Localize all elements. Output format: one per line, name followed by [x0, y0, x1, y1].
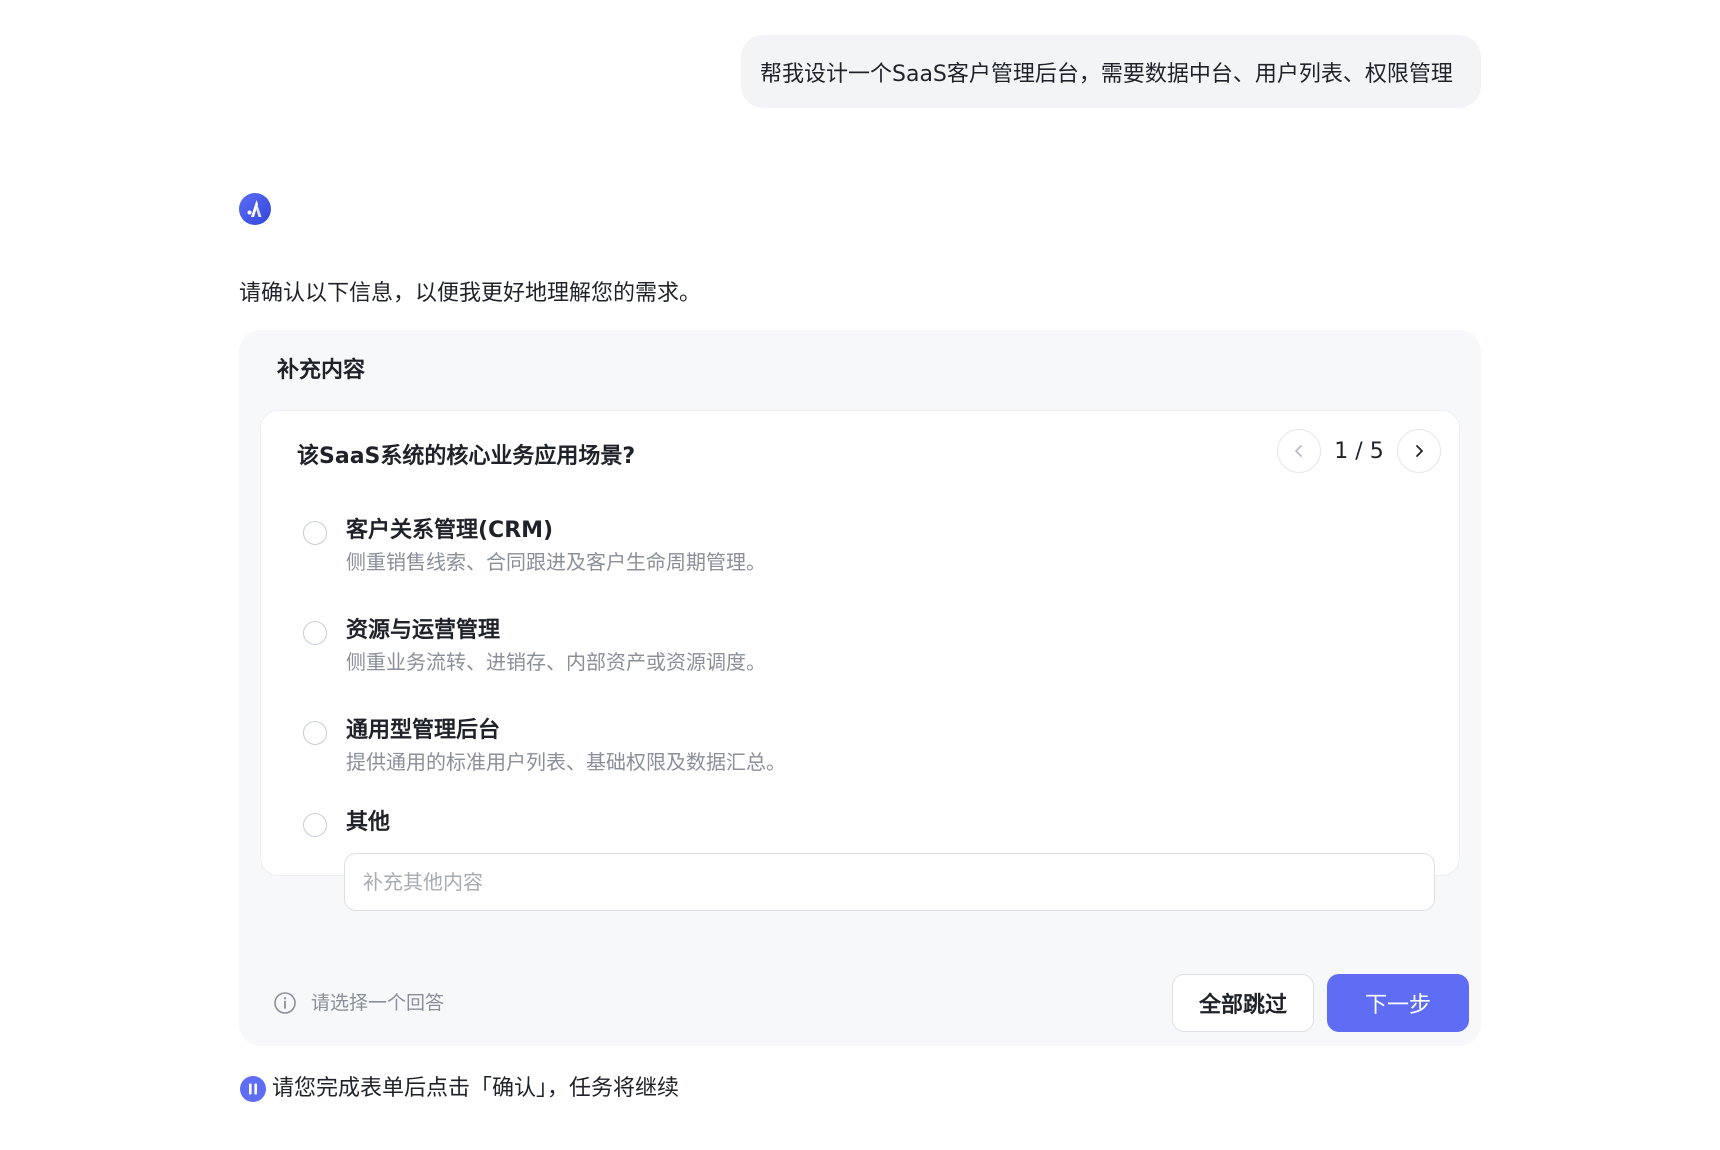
pager-next-button[interactable]	[1397, 429, 1441, 473]
radio-button[interactable]	[303, 813, 327, 837]
option-label: 通用型管理后台	[346, 718, 501, 743]
question-text: 该SaaS系统的核心业务应用场景?	[297, 444, 636, 469]
pager-counter: 1 / 5	[1334, 438, 1384, 464]
option-label: 客户关系管理(CRM)	[346, 518, 554, 543]
radio-button[interactable]	[303, 721, 327, 745]
user-message-text: 帮我设计一个SaaS客户管理后台，需要数据中台、用户列表、权限管理	[760, 61, 1453, 87]
next-step-button[interactable]: 下一步	[1327, 974, 1469, 1032]
chevron-left-icon	[1295, 445, 1302, 457]
other-content-input[interactable]	[344, 853, 1435, 911]
status-text: 请您完成表单后点击「确认」，任务将继续	[272, 1076, 680, 1101]
option-label: 资源与运营管理	[346, 618, 501, 643]
question-card: 该SaaS系统的核心业务应用场景? 1 / 5 客户关系管理(CRM) 侧重销售…	[260, 410, 1460, 911]
pager-prev-button[interactable]	[1277, 429, 1321, 473]
option-description: 提供通用的标准用户列表、基础权限及数据汇总。	[346, 750, 786, 774]
radio-button[interactable]	[303, 621, 327, 645]
assistant-logo-icon	[239, 193, 271, 225]
option-description: 侧重业务流转、进销存、内部资产或资源调度。	[346, 650, 766, 674]
pause-icon	[240, 1076, 266, 1102]
user-message-bubble: 帮我设计一个SaaS客户管理后台，需要数据中台、用户列表、权限管理	[741, 35, 1481, 108]
option-label: 其他	[346, 810, 391, 835]
chevron-right-icon	[1416, 445, 1423, 457]
info-icon	[274, 992, 296, 1014]
panel-title: 补充内容	[277, 358, 366, 383]
radio-button[interactable]	[303, 521, 327, 545]
assistant-message: 请确认以下信息，以便我更好地理解您的需求。	[239, 281, 702, 306]
supplement-form-panel: 补充内容 该SaaS系统的核心业务应用场景? 1 / 5 客户关系管理(CRM)…	[239, 330, 1481, 1046]
option-description: 侧重销售线索、合同跟进及客户生命周期管理。	[346, 550, 766, 574]
hint-text: 请选择一个回答	[311, 992, 445, 1014]
skip-all-button[interactable]: 全部跳过	[1172, 974, 1314, 1032]
